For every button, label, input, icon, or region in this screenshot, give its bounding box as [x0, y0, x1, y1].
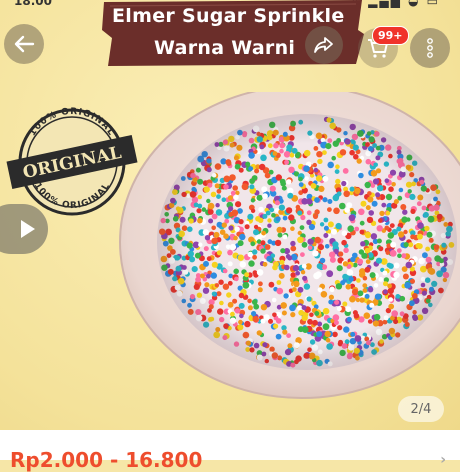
product-title-line1: Elmer Sugar Sprinkle: [112, 5, 345, 27]
more-options-button[interactable]: [410, 28, 450, 68]
arrow-left-icon: [14, 35, 35, 53]
product-image-carousel[interactable]: 18.00 ⚬ ▂▄▆ ◒ ▭ Elmer Sugar Sprinkle War…: [0, 0, 460, 430]
more-vertical-icon: [427, 38, 433, 58]
price-range: Rp2.000 - 16.800: [10, 448, 203, 472]
share-icon: [314, 37, 333, 53]
share-button[interactable]: [305, 26, 343, 64]
cart-count-badge: 99+: [372, 26, 409, 45]
product-info-bar: Rp2.000 - 16.800 ›: [0, 430, 460, 472]
back-button[interactable]: [4, 24, 44, 64]
sprinkles-bowl-image: [112, 85, 460, 402]
product-title-line2: Warna Warni: [154, 37, 296, 59]
original-stamp: 100% ORIGINAL 100% ORIGINAL ORIGINAL: [6, 100, 138, 220]
play-video-button[interactable]: [0, 204, 48, 254]
chevron-icon[interactable]: ›: [440, 452, 446, 468]
play-icon: [21, 220, 35, 238]
status-time: 18.00: [14, 0, 52, 8]
image-counter: 2/4: [398, 396, 444, 422]
